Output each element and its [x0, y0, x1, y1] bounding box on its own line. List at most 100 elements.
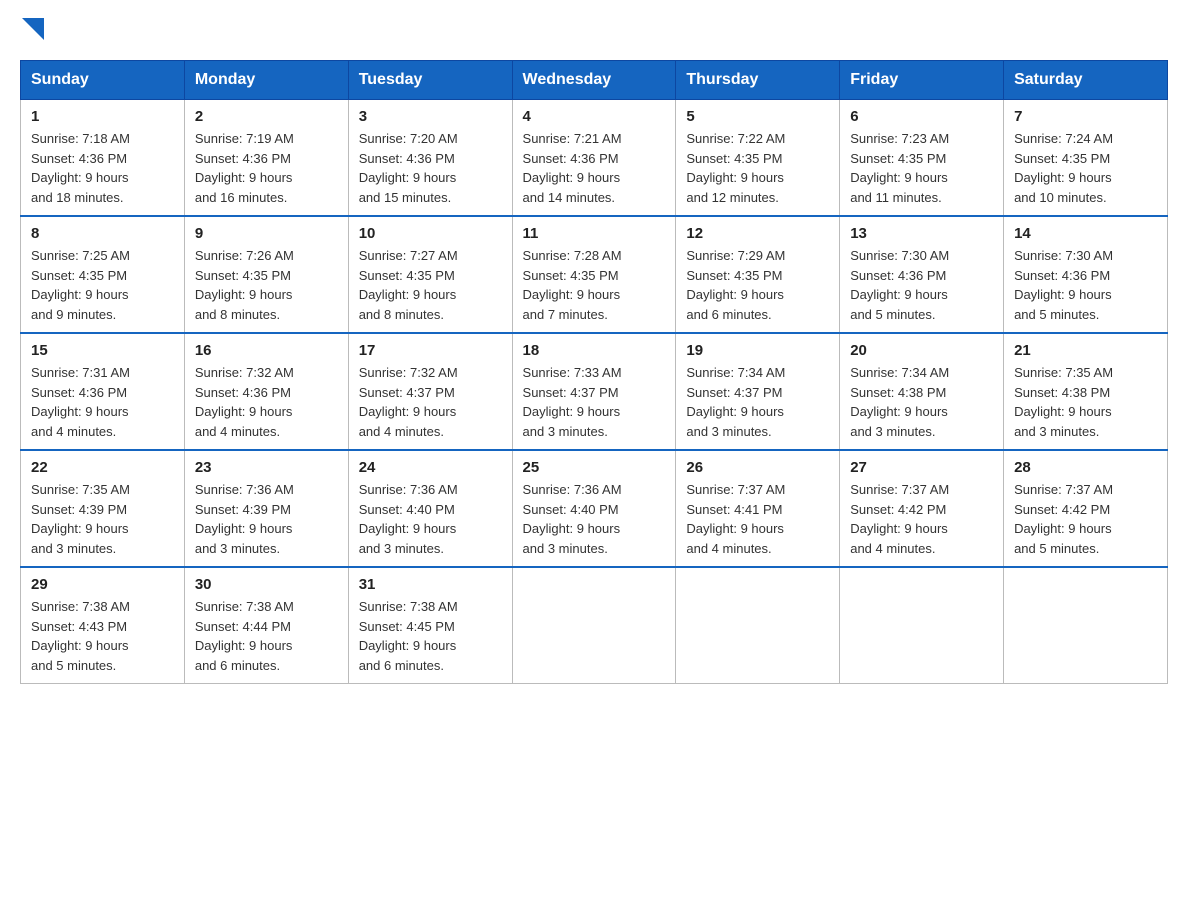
day-cell: 29 Sunrise: 7:38 AM Sunset: 4:43 PM Dayl… — [21, 567, 185, 684]
day-number: 27 — [850, 459, 993, 476]
day-cell: 30 Sunrise: 7:38 AM Sunset: 4:44 PM Dayl… — [184, 567, 348, 684]
day-cell — [840, 567, 1004, 684]
day-cell: 13 Sunrise: 7:30 AM Sunset: 4:36 PM Dayl… — [840, 216, 1004, 333]
day-cell: 15 Sunrise: 7:31 AM Sunset: 4:36 PM Dayl… — [21, 333, 185, 450]
day-info: Sunrise: 7:37 AM Sunset: 4:42 PM Dayligh… — [1014, 480, 1157, 558]
day-number: 11 — [523, 225, 666, 242]
day-number: 20 — [850, 342, 993, 359]
day-number: 10 — [359, 225, 502, 242]
day-number: 19 — [686, 342, 829, 359]
day-number: 12 — [686, 225, 829, 242]
day-cell: 26 Sunrise: 7:37 AM Sunset: 4:41 PM Dayl… — [676, 450, 840, 567]
day-number: 5 — [686, 108, 829, 125]
day-number: 17 — [359, 342, 502, 359]
day-info: Sunrise: 7:29 AM Sunset: 4:35 PM Dayligh… — [686, 246, 829, 324]
day-cell — [1004, 567, 1168, 684]
day-info: Sunrise: 7:37 AM Sunset: 4:42 PM Dayligh… — [850, 480, 993, 558]
day-info: Sunrise: 7:24 AM Sunset: 4:35 PM Dayligh… — [1014, 129, 1157, 207]
day-cell: 6 Sunrise: 7:23 AM Sunset: 4:35 PM Dayli… — [840, 100, 1004, 217]
day-number: 8 — [31, 225, 174, 242]
day-info: Sunrise: 7:20 AM Sunset: 4:36 PM Dayligh… — [359, 129, 502, 207]
day-number: 24 — [359, 459, 502, 476]
day-number: 15 — [31, 342, 174, 359]
day-cell: 5 Sunrise: 7:22 AM Sunset: 4:35 PM Dayli… — [676, 100, 840, 217]
calendar-table: SundayMondayTuesdayWednesdayThursdayFrid… — [20, 60, 1168, 684]
day-number: 3 — [359, 108, 502, 125]
day-info: Sunrise: 7:33 AM Sunset: 4:37 PM Dayligh… — [523, 363, 666, 441]
day-info: Sunrise: 7:36 AM Sunset: 4:40 PM Dayligh… — [359, 480, 502, 558]
day-info: Sunrise: 7:27 AM Sunset: 4:35 PM Dayligh… — [359, 246, 502, 324]
day-number: 22 — [31, 459, 174, 476]
day-number: 13 — [850, 225, 993, 242]
day-cell: 7 Sunrise: 7:24 AM Sunset: 4:35 PM Dayli… — [1004, 100, 1168, 217]
day-info: Sunrise: 7:34 AM Sunset: 4:38 PM Dayligh… — [850, 363, 993, 441]
header-day-saturday: Saturday — [1004, 61, 1168, 100]
day-info: Sunrise: 7:35 AM Sunset: 4:39 PM Dayligh… — [31, 480, 174, 558]
header-day-thursday: Thursday — [676, 61, 840, 100]
day-cell: 24 Sunrise: 7:36 AM Sunset: 4:40 PM Dayl… — [348, 450, 512, 567]
header-day-friday: Friday — [840, 61, 1004, 100]
day-number: 31 — [359, 576, 502, 593]
logo-triangle-icon — [22, 18, 44, 40]
day-number: 2 — [195, 108, 338, 125]
day-cell: 22 Sunrise: 7:35 AM Sunset: 4:39 PM Dayl… — [21, 450, 185, 567]
day-cell: 2 Sunrise: 7:19 AM Sunset: 4:36 PM Dayli… — [184, 100, 348, 217]
week-row-1: 1 Sunrise: 7:18 AM Sunset: 4:36 PM Dayli… — [21, 100, 1168, 217]
day-info: Sunrise: 7:25 AM Sunset: 4:35 PM Dayligh… — [31, 246, 174, 324]
day-cell: 10 Sunrise: 7:27 AM Sunset: 4:35 PM Dayl… — [348, 216, 512, 333]
day-cell: 31 Sunrise: 7:38 AM Sunset: 4:45 PM Dayl… — [348, 567, 512, 684]
day-cell — [676, 567, 840, 684]
header-day-sunday: Sunday — [21, 61, 185, 100]
day-cell: 18 Sunrise: 7:33 AM Sunset: 4:37 PM Dayl… — [512, 333, 676, 450]
day-cell: 25 Sunrise: 7:36 AM Sunset: 4:40 PM Dayl… — [512, 450, 676, 567]
day-cell: 12 Sunrise: 7:29 AM Sunset: 4:35 PM Dayl… — [676, 216, 840, 333]
day-cell — [512, 567, 676, 684]
day-number: 29 — [31, 576, 174, 593]
day-cell: 8 Sunrise: 7:25 AM Sunset: 4:35 PM Dayli… — [21, 216, 185, 333]
day-cell: 9 Sunrise: 7:26 AM Sunset: 4:35 PM Dayli… — [184, 216, 348, 333]
day-number: 1 — [31, 108, 174, 125]
day-number: 14 — [1014, 225, 1157, 242]
day-info: Sunrise: 7:26 AM Sunset: 4:35 PM Dayligh… — [195, 246, 338, 324]
day-cell: 28 Sunrise: 7:37 AM Sunset: 4:42 PM Dayl… — [1004, 450, 1168, 567]
day-number: 4 — [523, 108, 666, 125]
day-cell: 3 Sunrise: 7:20 AM Sunset: 4:36 PM Dayli… — [348, 100, 512, 217]
day-number: 6 — [850, 108, 993, 125]
day-info: Sunrise: 7:34 AM Sunset: 4:37 PM Dayligh… — [686, 363, 829, 441]
day-cell: 27 Sunrise: 7:37 AM Sunset: 4:42 PM Dayl… — [840, 450, 1004, 567]
day-info: Sunrise: 7:18 AM Sunset: 4:36 PM Dayligh… — [31, 129, 174, 207]
day-cell: 23 Sunrise: 7:36 AM Sunset: 4:39 PM Dayl… — [184, 450, 348, 567]
day-number: 21 — [1014, 342, 1157, 359]
week-row-3: 15 Sunrise: 7:31 AM Sunset: 4:36 PM Dayl… — [21, 333, 1168, 450]
logo — [20, 20, 44, 40]
day-info: Sunrise: 7:30 AM Sunset: 4:36 PM Dayligh… — [850, 246, 993, 324]
day-number: 23 — [195, 459, 338, 476]
day-info: Sunrise: 7:22 AM Sunset: 4:35 PM Dayligh… — [686, 129, 829, 207]
day-cell: 1 Sunrise: 7:18 AM Sunset: 4:36 PM Dayli… — [21, 100, 185, 217]
week-row-4: 22 Sunrise: 7:35 AM Sunset: 4:39 PM Dayl… — [21, 450, 1168, 567]
day-info: Sunrise: 7:30 AM Sunset: 4:36 PM Dayligh… — [1014, 246, 1157, 324]
day-info: Sunrise: 7:35 AM Sunset: 4:38 PM Dayligh… — [1014, 363, 1157, 441]
day-number: 25 — [523, 459, 666, 476]
day-cell: 20 Sunrise: 7:34 AM Sunset: 4:38 PM Dayl… — [840, 333, 1004, 450]
day-cell: 14 Sunrise: 7:30 AM Sunset: 4:36 PM Dayl… — [1004, 216, 1168, 333]
header-row: SundayMondayTuesdayWednesdayThursdayFrid… — [21, 61, 1168, 100]
day-cell: 19 Sunrise: 7:34 AM Sunset: 4:37 PM Dayl… — [676, 333, 840, 450]
day-number: 26 — [686, 459, 829, 476]
day-number: 7 — [1014, 108, 1157, 125]
header-day-tuesday: Tuesday — [348, 61, 512, 100]
day-number: 28 — [1014, 459, 1157, 476]
page-header — [20, 20, 1168, 40]
day-cell: 21 Sunrise: 7:35 AM Sunset: 4:38 PM Dayl… — [1004, 333, 1168, 450]
day-number: 30 — [195, 576, 338, 593]
calendar-body: 1 Sunrise: 7:18 AM Sunset: 4:36 PM Dayli… — [21, 100, 1168, 684]
day-info: Sunrise: 7:28 AM Sunset: 4:35 PM Dayligh… — [523, 246, 666, 324]
header-day-wednesday: Wednesday — [512, 61, 676, 100]
day-info: Sunrise: 7:31 AM Sunset: 4:36 PM Dayligh… — [31, 363, 174, 441]
day-number: 16 — [195, 342, 338, 359]
day-info: Sunrise: 7:38 AM Sunset: 4:43 PM Dayligh… — [31, 597, 174, 675]
week-row-2: 8 Sunrise: 7:25 AM Sunset: 4:35 PM Dayli… — [21, 216, 1168, 333]
day-info: Sunrise: 7:38 AM Sunset: 4:44 PM Dayligh… — [195, 597, 338, 675]
day-cell: 4 Sunrise: 7:21 AM Sunset: 4:36 PM Dayli… — [512, 100, 676, 217]
week-row-5: 29 Sunrise: 7:38 AM Sunset: 4:43 PM Dayl… — [21, 567, 1168, 684]
